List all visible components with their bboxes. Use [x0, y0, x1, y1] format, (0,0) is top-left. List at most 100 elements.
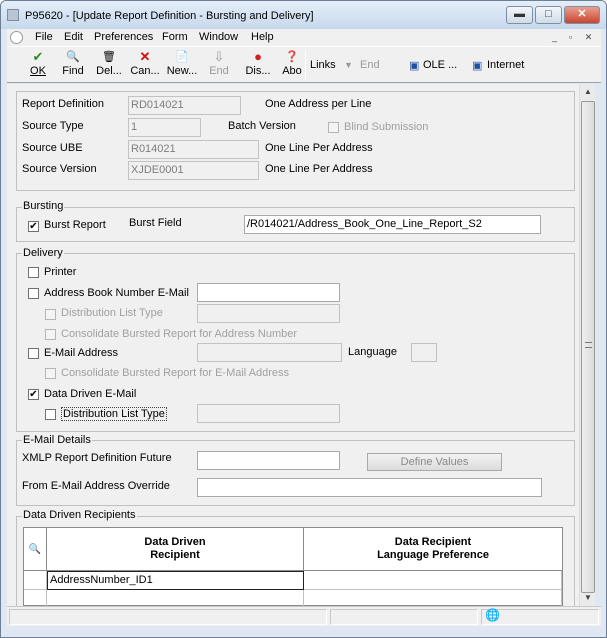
burst-report-checkbox[interactable]: ✔: [28, 221, 39, 232]
column-header-recipient[interactable]: Data Driven Recipient: [47, 528, 304, 571]
one-line-per-address-label-2: One Line Per Address: [265, 163, 373, 175]
consolidate-ab-checkbox[interactable]: [45, 329, 56, 340]
delete-button[interactable]: 🗑 Del...: [92, 49, 126, 81]
scroll-thumb[interactable]: [581, 101, 595, 593]
about-button[interactable]: ❓ Abo: [275, 49, 309, 81]
source-version-label: Source Version: [22, 163, 97, 175]
define-values-button[interactable]: Define Values: [367, 453, 502, 471]
toolbar: ✔ OK 🔍 Find 🗑 Del... ✕ Can... 📄 New... ⇩…: [7, 46, 601, 83]
cancel-x-icon: ✕: [139, 49, 151, 64]
links-end-button[interactable]: End: [360, 59, 380, 71]
ole-icon: ▣: [409, 60, 420, 72]
email-address-label: E-Mail Address: [44, 347, 118, 359]
source-version-field: XJDE0001: [128, 161, 259, 180]
burst-report-label: Burst Report: [44, 219, 106, 231]
menu-form[interactable]: Form: [162, 31, 188, 43]
dd-dist-list-field: [197, 404, 340, 423]
close-button[interactable]: ✕: [564, 6, 600, 24]
burst-field-input[interactable]: /R014021/Address_Book_One_Line_Report_S2: [244, 215, 541, 234]
menu-help[interactable]: Help: [251, 31, 274, 43]
scroll-down-icon[interactable]: ▼: [580, 590, 596, 606]
mdi-restore-button[interactable]: ▫: [563, 31, 578, 44]
bursting-group-label: Bursting: [22, 200, 65, 212]
dd-dist-list-label: Distribution List Type: [61, 407, 167, 421]
column-header-language[interactable]: Data Recipient Language Preference: [304, 528, 562, 571]
minimize-button[interactable]: ▬: [506, 6, 533, 24]
consolidate-email-checkbox[interactable]: [45, 368, 56, 379]
recipient-cell[interactable]: [47, 590, 304, 606]
xmlp-definition-label: XMLP Report Definition Future: [22, 452, 172, 464]
cancel-button[interactable]: ✕ Can...: [128, 49, 162, 81]
email-details-group-label: E-Mail Details: [22, 434, 92, 446]
from-email-override-label: From E-Mail Address Override: [22, 480, 170, 492]
ab-email-field[interactable]: [197, 283, 340, 302]
report-definition-label: Report Definition: [22, 98, 104, 110]
scroll-up-icon[interactable]: ▲: [580, 84, 596, 100]
xmlp-definition-field[interactable]: [197, 451, 340, 470]
ok-button[interactable]: ✔ OK: [21, 49, 55, 81]
data-driven-email-label: Data Driven E-Mail: [44, 388, 137, 400]
check-icon: ✔: [32, 49, 44, 64]
mdi-close-button[interactable]: ✕: [581, 31, 596, 44]
from-email-override-field[interactable]: [197, 478, 542, 497]
form-menu-icon[interactable]: [10, 31, 23, 44]
consolidate-email-label: Consolidate Bursted Report for E-Mail Ad…: [61, 367, 290, 379]
blind-submission-checkbox[interactable]: [328, 122, 339, 133]
source-ube-label: Source UBE: [22, 142, 83, 154]
dist-list-checkbox[interactable]: [45, 309, 56, 320]
internet-button[interactable]: Internet: [487, 59, 524, 71]
links-arrow-icon[interactable]: ▼: [344, 60, 353, 70]
email-address-field: [197, 343, 342, 362]
recipients-grid: 🔍 Data Driven Recipient Data Recipient L…: [23, 527, 563, 606]
ab-email-checkbox[interactable]: [28, 288, 39, 299]
maximize-button[interactable]: □: [535, 6, 562, 24]
source-type-label: Source Type: [22, 120, 84, 132]
form-content: Report Definition RD014021 One Address p…: [7, 84, 579, 606]
scroll-grip-icon: [585, 342, 592, 348]
menu-bar: File Edit Preferences Form Window Help _…: [7, 29, 601, 46]
printer-checkbox[interactable]: [28, 267, 39, 278]
find-icon: 🔍: [66, 51, 80, 63]
find-button[interactable]: 🔍 Find: [56, 49, 90, 81]
recipients-group-label: Data Driven Recipients: [22, 509, 137, 521]
trash-icon: 🗑: [102, 51, 116, 63]
batch-version-label: Batch Version: [228, 120, 296, 132]
mdi-minimize-button[interactable]: _: [547, 31, 562, 44]
recipient-cell[interactable]: AddressNumber_ID1: [47, 571, 304, 590]
status-bar: 🌐: [7, 606, 601, 626]
menu-preferences[interactable]: Preferences: [94, 31, 153, 43]
data-driven-email-checkbox[interactable]: ✔: [28, 389, 39, 400]
toolbar-separator: [305, 51, 306, 79]
row-selector[interactable]: [24, 590, 47, 606]
grid-find-icon[interactable]: 🔍: [24, 528, 47, 571]
globe-icon: 🌐: [485, 608, 500, 622]
dd-dist-list-checkbox[interactable]: [45, 409, 56, 420]
title-bar: P95620 - [Update Report Definition - Bur…: [1, 1, 606, 29]
status-cell-main: [9, 609, 327, 625]
display-button[interactable]: ● Dis...: [241, 49, 275, 81]
printer-label: Printer: [44, 266, 77, 278]
source-type-field: 1: [128, 118, 201, 137]
vertical-scrollbar[interactable]: ▲ ▼: [579, 84, 595, 606]
menu-window[interactable]: Window: [199, 31, 238, 43]
links-button[interactable]: Links: [310, 59, 336, 71]
blind-submission-label: Blind Submission: [344, 121, 429, 133]
window-title: P95620 - [Update Report Definition - Bur…: [25, 10, 314, 22]
menu-edit[interactable]: Edit: [64, 31, 83, 43]
end-button[interactable]: ⇩ End: [202, 49, 236, 81]
dist-list-field: [197, 304, 340, 323]
status-cell-secondary: [330, 609, 478, 625]
report-definition-field: RD014021: [128, 96, 241, 115]
language-field: [411, 343, 437, 362]
menu-file[interactable]: File: [35, 31, 53, 43]
email-address-checkbox[interactable]: [28, 348, 39, 359]
language-label: Language: [348, 346, 397, 358]
source-ube-field: R014021: [128, 140, 259, 159]
one-address-label: One Address per Line: [265, 98, 372, 110]
row-selector[interactable]: [24, 571, 47, 590]
ole-button[interactable]: OLE ...: [423, 59, 457, 71]
new-button[interactable]: 📄 New...: [165, 49, 199, 81]
end-arrow-icon: ⇩: [213, 49, 225, 64]
language-cell[interactable]: [304, 590, 562, 606]
language-cell[interactable]: [304, 571, 562, 590]
